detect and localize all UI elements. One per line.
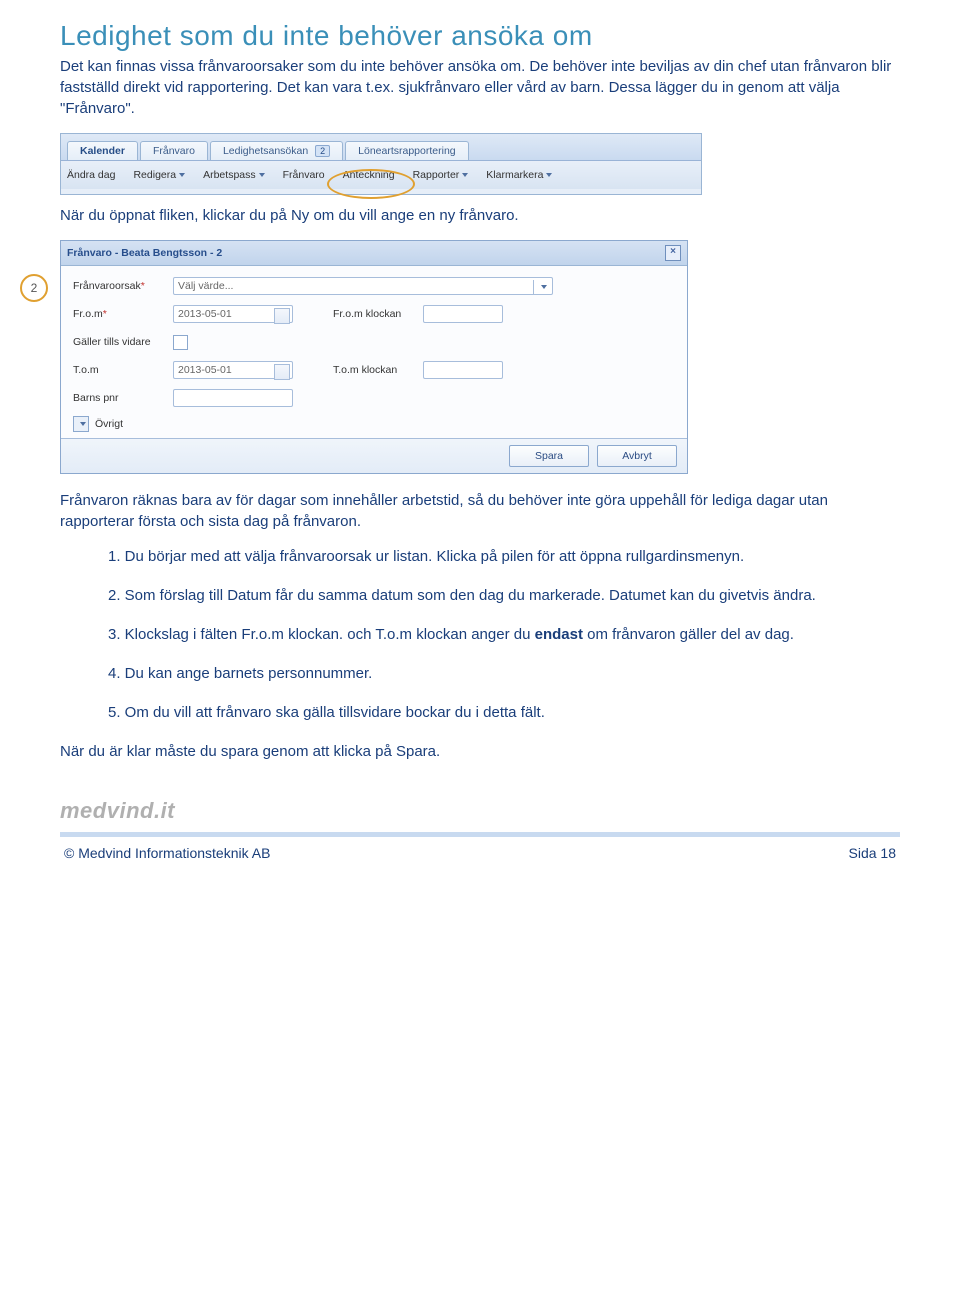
save-button[interactable]: Spara: [509, 445, 589, 467]
step-5: 5. Om du vill att frånvaro ska gälla til…: [108, 702, 900, 723]
tab-led-badge: 2: [315, 145, 330, 157]
brand-logo: medvind.it: [60, 798, 900, 824]
tab-loneart[interactable]: Löneartsrapportering: [345, 141, 468, 160]
input-from-klockan[interactable]: [423, 305, 503, 323]
para-open-tab: När du öppnat fliken, klickar du på Ny o…: [60, 205, 900, 226]
dialog-title: Frånvaro - Beata Bengtsson - 2: [67, 247, 222, 259]
label-orsak: Frånvaroorsak: [73, 280, 173, 292]
para-franvaro-rules: Frånvaron räknas bara av för dagar som i…: [60, 490, 900, 532]
footer-page-number: Sida 18: [849, 845, 896, 861]
input-barns-pnr[interactable]: [173, 389, 293, 407]
callout-2: 2: [20, 274, 48, 302]
tab-franvaro[interactable]: Frånvaro: [140, 141, 208, 160]
cancel-button[interactable]: Avbryt: [597, 445, 677, 467]
toolbar-screenshot: Kalender Frånvaro Ledighetsansökan 2 Lön…: [60, 133, 702, 195]
input-from-date[interactable]: 2013-05-01: [173, 305, 293, 323]
label-from-klockan: Fr.o.m klockan: [333, 308, 423, 320]
expand-icon[interactable]: [73, 416, 89, 432]
chevron-down-icon: [546, 173, 552, 177]
select-franvaroorsak[interactable]: Välj värde...: [173, 277, 553, 295]
sub-andra-dag[interactable]: Ändra dag: [67, 169, 115, 181]
chevron-down-icon: [179, 173, 185, 177]
sub-klarmarkera[interactable]: Klarmarkera: [486, 169, 552, 181]
tab-kalender[interactable]: Kalender: [67, 141, 138, 160]
calendar-icon[interactable]: [274, 364, 290, 380]
step-2: 2. Som förslag till Datum får du samma d…: [108, 585, 900, 606]
label-galler: Gäller tills vidare: [73, 336, 173, 348]
footer-divider: [60, 832, 900, 837]
label-tom: T.o.m: [73, 364, 173, 376]
checkbox-galler[interactable]: [173, 335, 188, 350]
input-tom-klockan[interactable]: [423, 361, 503, 379]
para-save-hint: När du är klar måste du spara genom att …: [60, 741, 900, 762]
sub-rapporter[interactable]: Rapporter: [413, 169, 469, 181]
label-ovrigt: Övrigt: [95, 418, 123, 430]
sub-redigera[interactable]: Redigera: [133, 169, 185, 181]
close-icon[interactable]: ×: [665, 245, 681, 261]
step-3: 3. Klockslag i fälten Fr.o.m klockan. oc…: [108, 624, 900, 645]
select-placeholder: Välj värde...: [178, 280, 233, 292]
step-1: 1. Du börjar med att välja frånvaroorsak…: [108, 546, 900, 567]
step-4: 4. Du kan ange barnets personnummer.: [108, 663, 900, 684]
chevron-down-icon: [533, 280, 550, 294]
calendar-icon[interactable]: [274, 308, 290, 324]
tab-led-label: Ledighetsansökan: [223, 145, 308, 157]
chevron-down-icon: [462, 173, 468, 177]
intro-paragraph: Det kan finnas vissa frånvaroorsaker som…: [60, 56, 900, 119]
tab-ledighetsansokan[interactable]: Ledighetsansökan 2: [210, 141, 343, 160]
franvaro-dialog: Frånvaro - Beata Bengtsson - 2 × Frånvar…: [60, 240, 688, 474]
chevron-down-icon: [259, 173, 265, 177]
label-barns-pnr: Barns pnr: [73, 392, 173, 404]
sub-anteckning[interactable]: Anteckning: [343, 169, 395, 181]
footer-copyright: © Medvind Informationsteknik AB: [64, 845, 270, 861]
sub-arbetspass[interactable]: Arbetspass: [203, 169, 265, 181]
label-tom-klockan: T.o.m klockan: [333, 364, 423, 376]
sub-franvaro[interactable]: Frånvaro: [283, 169, 325, 181]
label-from: Fr.o.m: [73, 308, 173, 320]
input-tom-date[interactable]: 2013-05-01: [173, 361, 293, 379]
page-heading: Ledighet som du inte behöver ansöka om: [60, 20, 900, 52]
